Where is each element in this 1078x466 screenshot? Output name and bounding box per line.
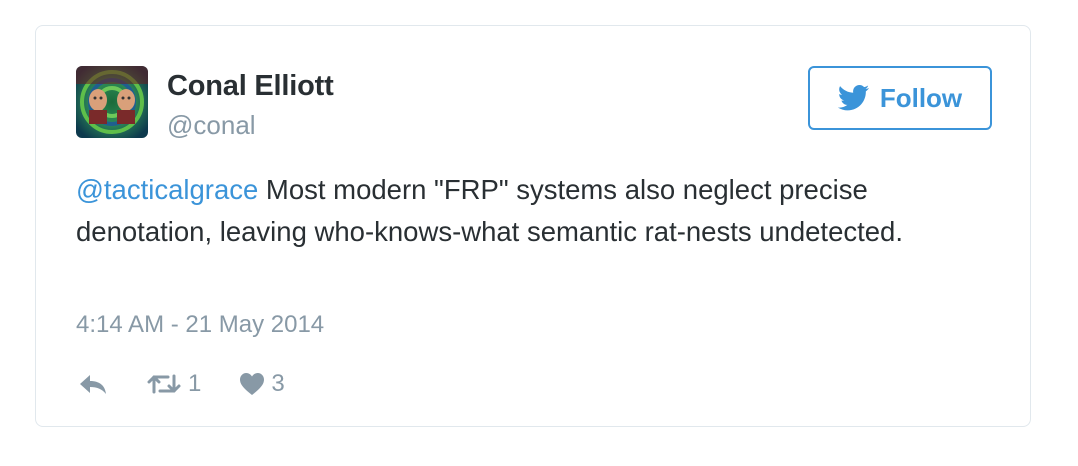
retweet-button[interactable]: 1	[146, 370, 201, 398]
reply-button[interactable]	[78, 372, 108, 396]
avatar[interactable]	[76, 66, 148, 138]
follow-label: Follow	[879, 82, 963, 113]
retweet-count: 1	[188, 370, 202, 397]
author-handle[interactable]: @conal	[167, 110, 256, 141]
retweet-icon	[147, 374, 181, 394]
tweet-timestamp[interactable]: 4:14 AM - 21 May 2014	[76, 311, 324, 339]
like-button[interactable]: 3	[239, 370, 285, 398]
author-name[interactable]: Conal Elliott	[167, 70, 334, 103]
mention-link[interactable]: @tacticalgrace	[76, 174, 258, 205]
tweet-text: @tacticalgrace Most modern "FRP" systems…	[76, 169, 996, 253]
avatar-image	[76, 66, 148, 138]
twitter-bird-icon	[837, 85, 869, 111]
tweet-actions: 1 3	[78, 366, 285, 402]
like-count: 3	[271, 370, 285, 397]
follow-button[interactable]: Follow	[808, 66, 992, 130]
tweet-card: Conal Elliott @conal Follow @tacticalgra…	[35, 25, 1031, 427]
heart-icon	[240, 373, 265, 395]
reply-icon	[80, 375, 106, 394]
